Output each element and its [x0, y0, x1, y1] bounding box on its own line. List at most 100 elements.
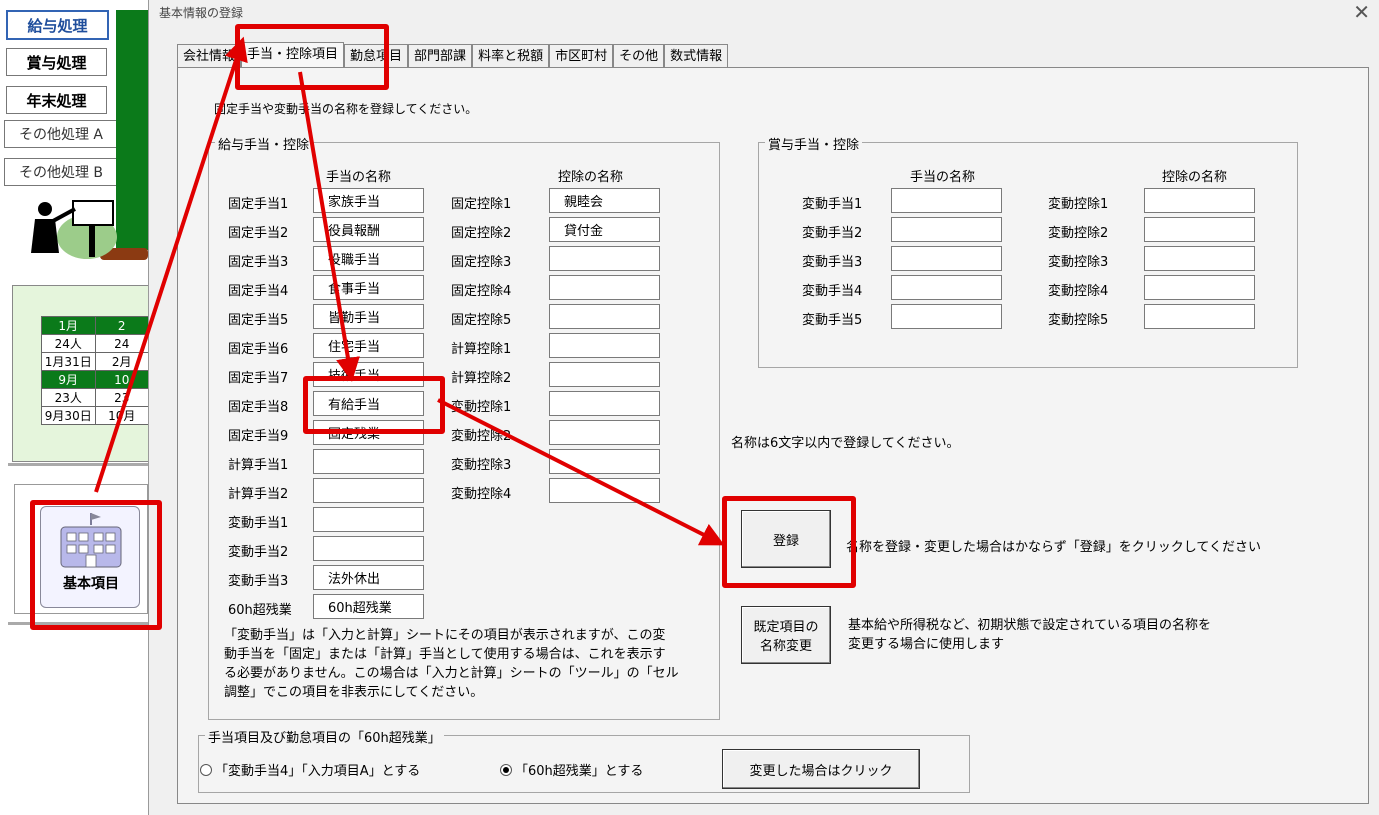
bonus-allowance-input[interactable] [891, 246, 1002, 271]
pay-deduction-input[interactable] [549, 304, 660, 329]
menu-other-a-button[interactable]: その他処理 A [4, 120, 118, 148]
bonus-deduction-label: 変動控除1 [1048, 197, 1109, 212]
tab-other[interactable]: その他 [613, 44, 665, 69]
calendar-table: 1月 2 24人 24 1月31日 2月 9月 10 23人 23 9月30日 10月 [41, 316, 149, 425]
calendar-cell: 24 [94, 334, 149, 353]
bonus-allowance-input[interactable] [891, 188, 1002, 213]
note-line: 変更する場合に使用します [848, 637, 1005, 652]
pay-allowance-label: 計算手当1 [228, 458, 289, 473]
pay-deduction-input[interactable] [549, 246, 660, 271]
bonus-allowance-input[interactable] [891, 275, 1002, 300]
bonus-allowance-label: 変動手当4 [802, 284, 863, 299]
pay-allowance-label: 変動手当2 [228, 545, 289, 560]
apply-change-button[interactable]: 変更した場合はクリック [722, 749, 920, 789]
pay-allowance-input[interactable]: 皆勤手当 [313, 304, 424, 329]
pay-allowance-label: 60h超残業 [228, 603, 292, 618]
group-title: 手当項目及び勤怠項目の「60h超残業」 [205, 727, 444, 746]
bonus-allowance-input[interactable] [891, 304, 1002, 329]
pay-deduction-label: 変動控除1 [451, 400, 512, 415]
tab-company-info[interactable]: 会社情報 [177, 44, 242, 69]
pay-allowance-label: 変動手当1 [228, 516, 289, 531]
pay-allowance-input[interactable]: 家族手当 [313, 188, 424, 213]
menu-salary-button[interactable]: 給与処理 [6, 10, 109, 40]
variable-allowance-note: 「変動手当」は「入力と計算」シートにその項目が表示されますが、この変 動手当を「… [224, 626, 694, 702]
highlight-tab [235, 24, 389, 90]
calendar-cell: 23 [94, 388, 149, 407]
note-line: 「変動手当」は「入力と計算」シートにその項目が表示されますが、この変 [224, 628, 666, 643]
rename-button-line: 既定項目の [753, 620, 819, 635]
pay-allowance-input[interactable]: 役職手当 [313, 246, 424, 271]
pay-deduction-input[interactable] [549, 478, 660, 503]
calendar-cell: 10 [94, 370, 149, 389]
pay-allowance-label: 固定手当7 [228, 371, 289, 386]
rename-button-line: 名称変更 [759, 639, 812, 654]
menu-bonus-button[interactable]: 賞与処理 [6, 48, 107, 76]
pay-allowance-input[interactable]: 法外休出 [313, 565, 424, 590]
menu-other-b-button[interactable]: その他処理 B [4, 158, 118, 186]
bonus-allowance-label: 変動手当3 [802, 255, 863, 270]
bonus-deduction-input[interactable] [1144, 304, 1255, 329]
pay-allowance-input[interactable] [313, 449, 424, 474]
pay-deduction-input[interactable] [549, 391, 660, 416]
bonus-deduction-label: 変動控除3 [1048, 255, 1109, 270]
overtime-option-2[interactable]: 「60h超残業」とする [500, 760, 643, 779]
pay-allowance-label: 固定手当1 [228, 197, 289, 212]
tab-municipalities[interactable]: 市区町村 [549, 44, 614, 69]
pay-allowance-input[interactable]: 役員報酬 [313, 217, 424, 242]
bonus-allowance-label: 変動手当5 [802, 313, 863, 328]
option-label: 「60h超残業」とする [515, 764, 644, 779]
option-label: 「変動手当4」「入力項目A」とする [215, 764, 421, 779]
calendar-cell: 10月 [94, 406, 149, 425]
calendar-cell: 9月 [41, 370, 96, 389]
pay-allowance-input[interactable] [313, 536, 424, 561]
bonus-deduction-input[interactable] [1144, 246, 1255, 271]
tab-rates-taxes[interactable]: 料率と税額 [472, 44, 550, 69]
pay-allowance-label: 固定手当2 [228, 226, 289, 241]
pay-allowance-label: 固定手当3 [228, 255, 289, 270]
pay-deduction-input[interactable] [549, 275, 660, 300]
overtime-option-1[interactable]: 「変動手当4」「入力項目A」とする [200, 760, 420, 779]
pay-allowance-input[interactable] [313, 507, 424, 532]
rename-default-items-button[interactable]: 既定項目の 名称変更 [741, 606, 831, 664]
menu-yearend-button[interactable]: 年末処理 [6, 86, 107, 114]
calendar-cell: 24人 [41, 334, 96, 353]
pay-deduction-input[interactable] [549, 420, 660, 445]
tab-formula-info[interactable]: 数式情報 [664, 44, 729, 69]
pay-deduction-input[interactable]: 親睦会 [549, 188, 660, 213]
radio-button[interactable] [200, 764, 212, 776]
note-line: 調整」でこの項目を非表示にしてください。 [224, 685, 484, 700]
pay-allowance-input[interactable]: 住宅手当 [313, 333, 424, 358]
allowance-name-header: 手当の名称 [326, 170, 392, 185]
bonus-allowance-label: 変動手当2 [802, 226, 863, 241]
pay-deduction-label: 固定控除3 [451, 255, 512, 270]
close-icon[interactable]: ✕ [1353, 0, 1370, 24]
calendar-cell: 2 [94, 316, 149, 335]
radio-button[interactable] [500, 764, 512, 776]
pay-allowance-label: 変動手当3 [228, 574, 289, 589]
pay-deduction-input[interactable] [549, 362, 660, 387]
pay-allowance-label: 固定手当9 [228, 429, 289, 444]
pay-allowance-label: 固定手当8 [228, 400, 289, 415]
bonus-deduction-input[interactable] [1144, 188, 1255, 213]
calendar-cell: 1月31日 [41, 352, 96, 371]
pay-allowance-input[interactable] [313, 478, 424, 503]
note-line: 基本給や所得税など、初期状態で設定されている項目の名称を [848, 618, 1211, 633]
pay-deduction-label: 計算控除1 [451, 342, 512, 357]
pay-deduction-label: 計算控除2 [451, 371, 512, 386]
pay-allowance-label: 固定手当5 [228, 313, 289, 328]
calendar-cell: 23人 [41, 388, 96, 407]
pay-allowance-input[interactable]: 食事手当 [313, 275, 424, 300]
pay-allowance-input[interactable]: 60h超残業 [313, 594, 424, 619]
bonus-deduction-input[interactable] [1144, 217, 1255, 242]
pay-allowance-label: 計算手当2 [228, 487, 289, 502]
pay-deduction-label: 固定控除4 [451, 284, 512, 299]
pay-deduction-input[interactable] [549, 449, 660, 474]
bonus-allowance-input[interactable] [891, 217, 1002, 242]
bonus-allowance-header: 手当の名称 [910, 170, 976, 185]
bonus-deduction-input[interactable] [1144, 275, 1255, 300]
pay-allowance-label: 固定手当4 [228, 284, 289, 299]
pay-deduction-input[interactable] [549, 333, 660, 358]
pay-deduction-input[interactable]: 貸付金 [549, 217, 660, 242]
tab-departments[interactable]: 部門部課 [408, 44, 473, 69]
bonus-allowance-label: 変動手当1 [802, 197, 863, 212]
